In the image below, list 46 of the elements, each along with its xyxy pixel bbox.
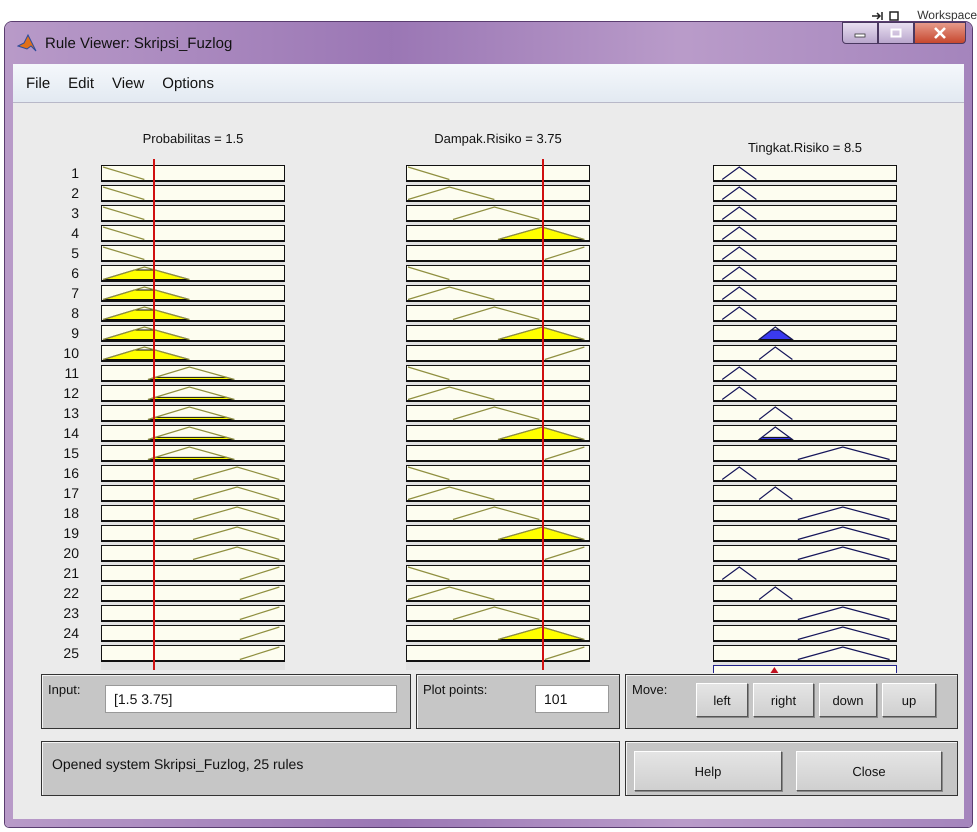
move-button[interactable]: up: [882, 683, 936, 717]
plot-points-field[interactable]: 101: [535, 685, 609, 713]
rule-number: 16: [63, 465, 80, 483]
move-button[interactable]: down: [819, 683, 877, 717]
menu-item[interactable]: Edit: [59, 74, 104, 92]
rule-number: 18: [63, 505, 80, 523]
rule-number: 17: [63, 485, 80, 503]
rule-number: 8: [71, 305, 80, 323]
rule-number: 10: [63, 345, 80, 363]
move-button[interactable]: left: [696, 683, 748, 717]
rule-number: 22: [63, 585, 80, 603]
input-field[interactable]: [1.5 3.75]: [105, 685, 397, 713]
rule-number: 3: [71, 205, 80, 223]
rule-number: 15: [63, 445, 80, 463]
close-dialog-button[interactable]: Close: [796, 751, 942, 791]
move-label: Move:: [632, 682, 668, 697]
menu-item[interactable]: File: [17, 74, 60, 92]
status-message: Opened system Skripsi_Fuzlog, 25 rules: [52, 756, 304, 772]
help-button[interactable]: Help: [634, 751, 782, 791]
variable-title: Probabilitas = 1.5: [142, 131, 244, 146]
rule-number: 12: [63, 385, 80, 403]
rule-number: 13: [63, 405, 80, 423]
rule-number: 4: [71, 225, 80, 243]
rule-number: 6: [71, 265, 80, 283]
rule-number: 11: [64, 365, 80, 383]
menu-item[interactable]: View: [103, 74, 154, 92]
input-label: Input:: [48, 682, 81, 697]
rule-number: 5: [71, 245, 80, 263]
menu-item[interactable]: Options: [153, 74, 223, 92]
rule-number: 14: [63, 425, 80, 443]
window-title: Rule Viewer: Skripsi_Fuzlog: [45, 34, 232, 52]
variable-title: Dampak.Risiko = 3.75: [434, 131, 562, 146]
variable-title: Tingkat.Risiko = 8.5: [748, 140, 862, 155]
rule-number: 7: [71, 285, 80, 303]
rule-number: 23: [63, 605, 80, 623]
rule-number: 2: [71, 185, 80, 203]
rule-number: 9: [71, 325, 80, 343]
rule-number: 21: [63, 565, 80, 583]
move-button[interactable]: right: [753, 683, 814, 717]
plot-points-label: Plot points:: [423, 682, 488, 697]
rule-number: 25: [63, 645, 80, 663]
rule-number: 20: [63, 545, 80, 563]
rule-number: 19: [63, 525, 80, 543]
rule-number: 24: [63, 625, 80, 643]
rule-number: 1: [71, 165, 80, 183]
workspace-title: Workspace: [917, 8, 977, 22]
